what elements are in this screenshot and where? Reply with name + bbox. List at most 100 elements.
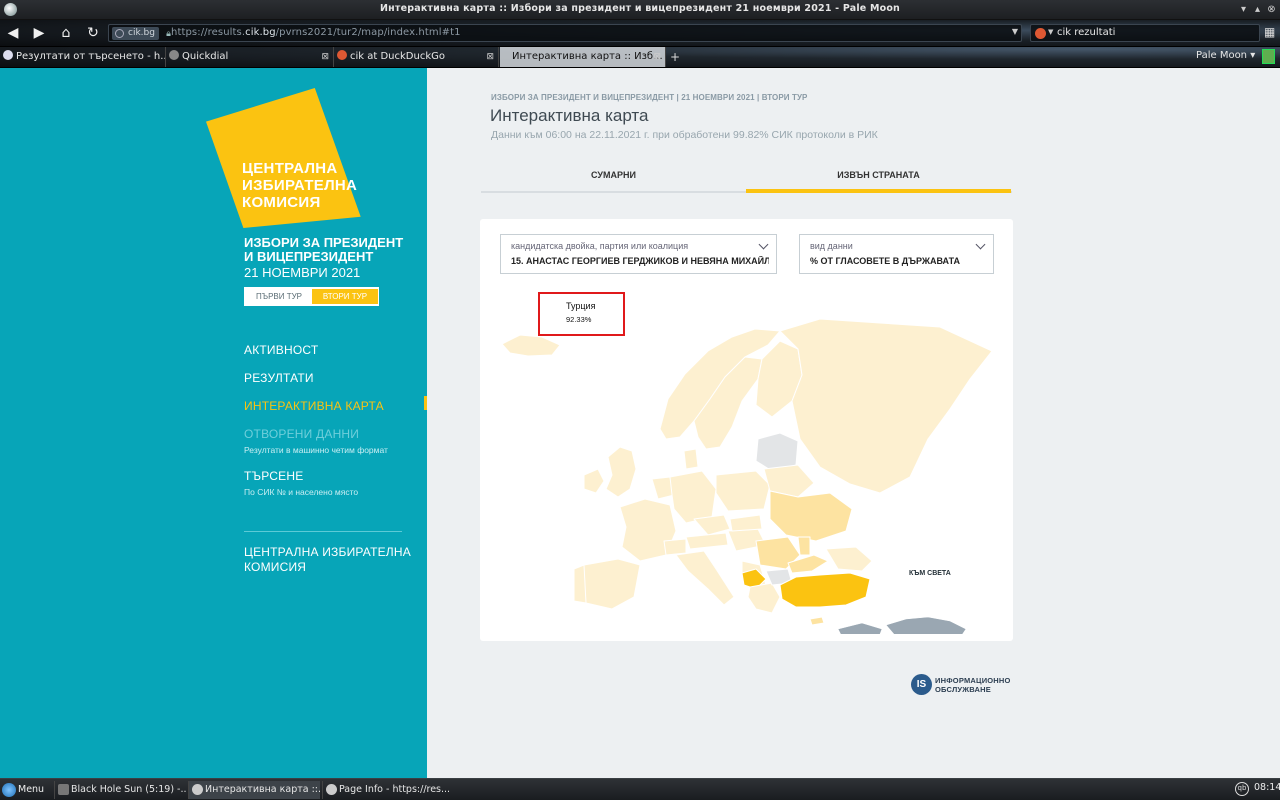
data-type-select[interactable]: вид данни % ОТ ГЛАСОВЕТЕ В ДЪРЖАВАТА	[799, 234, 994, 274]
tab-interactive-map[interactable]: Интерактивна карта :: Изб... ⊠	[500, 47, 666, 67]
tab-strip: Резултати от търсенето - h... Quickdial …	[0, 47, 1280, 67]
map-region-ireland[interactable]	[583, 468, 605, 494]
map-region-germany[interactable]	[669, 470, 717, 524]
sidebar: ЦЕНТРАЛНА ИЗБИРАТЕЛНА КОМИСИЯ ИЗБОРИ ЗА …	[0, 68, 427, 778]
map-region-portugal[interactable]	[573, 564, 587, 604]
page-subtitle: Данни към 06:00 на 22.11.2021 г. при обр…	[491, 129, 878, 141]
grid-icon[interactable]: ▦	[1264, 26, 1276, 38]
menu-item-open-data-sub: Резултати в машинно четим формат	[244, 445, 388, 455]
search-bar[interactable]: ▼ cik rezultati	[1030, 24, 1260, 42]
map-region-turkey[interactable]	[779, 572, 871, 608]
home-icon[interactable]: ⌂	[57, 24, 75, 42]
page-title: Интерактивна карта	[490, 106, 649, 125]
map-card: кандидатска двойка, партия или коалиция …	[480, 219, 1013, 641]
url-text[interactable]: https://results.cik.bg/pvrns2021/tur2/ma…	[171, 27, 461, 38]
map-region-ukraine[interactable]	[769, 490, 853, 542]
tooltip-country: Турция	[566, 301, 596, 311]
map-region-uk[interactable]	[605, 446, 637, 498]
is-logo[interactable]: IS ИНФОРМАЦИОННО ОБСЛУЖВАНЕ	[911, 672, 1021, 696]
menu-item-activity[interactable]: АКТИВНОСТ	[244, 343, 318, 357]
tab-favicon-icon	[3, 50, 13, 60]
map-region-austria[interactable]	[685, 532, 729, 550]
map-region-iceland[interactable]	[501, 334, 561, 357]
map-region-slovakia[interactable]	[729, 514, 763, 532]
breadcrumb: ИЗБОРИ ЗА ПРЕЗИДЕНТ И ВИЦЕПРЕЗИДЕНТ | 21…	[491, 93, 808, 102]
maximize-icon[interactable]: ▴	[1252, 4, 1263, 15]
menu-item-results[interactable]: РЕЗУЛТАТИ	[244, 371, 314, 385]
map-region-czechia[interactable]	[693, 514, 731, 536]
terminal-icon	[58, 784, 69, 795]
duckduckgo-icon	[337, 50, 347, 60]
search-query[interactable]: cik rezultati	[1057, 27, 1115, 38]
main-content: ИЗБОРИ ЗА ПРЕЗИДЕНТ И ВИЦЕПРЕЗИДЕНТ | 21…	[427, 68, 1280, 778]
palemoon-menu-button[interactable]: Pale Moon ▾	[1196, 50, 1255, 61]
map-region-caucasus[interactable]	[825, 546, 873, 572]
menu-item-search[interactable]: ТЪРСЕНЕ	[244, 469, 303, 483]
start-menu-button[interactable]: Menu	[2, 781, 44, 799]
taskbar-item-page-info[interactable]: Page Info - https://res...	[322, 781, 454, 799]
close-tab-icon[interactable]: ⊠	[653, 47, 661, 67]
map-region-switzerland[interactable]	[663, 538, 687, 556]
is-logo-badge: IS	[911, 674, 932, 695]
map-region-cyprus[interactable]	[809, 616, 825, 626]
map-region-russia[interactable]	[779, 318, 993, 494]
tray-app-icon[interactable]: qb	[1235, 782, 1249, 796]
clock: 08:14	[1254, 782, 1280, 793]
map-region-greece[interactable]	[747, 582, 781, 614]
palemoon-icon	[192, 784, 203, 795]
candidate-select[interactable]: кандидатска двойка, партия или коалиция …	[500, 234, 777, 274]
round-2-button[interactable]: ВТОРИ ТУР	[312, 289, 378, 304]
taskbar: Menu Black Hole Sun (5:19) -... Интеракт…	[0, 778, 1280, 800]
minimize-icon[interactable]: ▾	[1238, 4, 1249, 15]
url-dropdown-icon[interactable]: ▼	[1012, 27, 1018, 36]
map-region-italy[interactable]	[675, 550, 735, 606]
map-region-denmark[interactable]	[683, 448, 699, 470]
tab-summary[interactable]: СУМАРНИ	[481, 163, 746, 193]
palemoon-icon	[326, 784, 337, 795]
map-region-moldova[interactable]	[797, 536, 811, 556]
taskbar-item-browser[interactable]: Интерактивна карта ::...	[188, 781, 320, 799]
close-window-icon[interactable]: ⊗	[1266, 4, 1277, 15]
round-1-button[interactable]: ПЪРВИ ТУР	[246, 289, 312, 304]
navigation-toolbar: ◀ ▶ ⌂ ↻ cik.bg 🔒︎ https://results.cik.bg…	[0, 20, 1280, 46]
world-minimap[interactable]	[837, 616, 968, 634]
menu-item-interactive-map[interactable]: ИНТЕРАКТИВНА КАРТА	[244, 399, 384, 413]
site-identity[interactable]: cik.bg 🔒︎	[112, 27, 171, 40]
menu-item-search-sub: По СИК № и населено място	[244, 487, 359, 497]
web-page: ЦЕНТРАЛНА ИЗБИРАТЕЛНА КОМИСИЯ ИЗБОРИ ЗА …	[0, 68, 1280, 778]
taskbar-item-music[interactable]: Black Hole Sun (5:19) -...	[54, 781, 186, 799]
tab-duckduckgo[interactable]: cik at DuckDuckGo ⊠	[334, 47, 499, 67]
to-world-button[interactable]: КЪМ СВЕТА	[909, 570, 951, 577]
window-titlebar: Интерактивна карта :: Избори за президен…	[0, 0, 1280, 20]
map-region-poland[interactable]	[715, 470, 771, 512]
tab-quickdial[interactable]: Quickdial ⊠	[166, 47, 334, 67]
menu-item-open-data[interactable]: ОТВОРЕНИ ДАННИ	[244, 427, 359, 441]
map-tabs: СУМАРНИ ИЗВЪН СТРАНАТА	[481, 163, 1012, 193]
menu-icon	[2, 783, 16, 797]
round-switch: ПЪРВИ ТУР ВТОРИ ТУР	[244, 287, 379, 306]
window-title: Интерактивна карта :: Избори за президен…	[379, 3, 901, 14]
cik-logo[interactable]: ЦЕНТРАЛНА ИЗБИРАТЕЛНА КОМИСИЯ	[206, 88, 376, 228]
sidebar-divider	[244, 531, 402, 532]
election-title: ИЗБОРИ ЗА ПРЕЗИДЕНТ И ВИЦЕПРЕЗИДЕНТ	[244, 235, 404, 264]
url-bar[interactable]: cik.bg 🔒︎ https://results.cik.bg/pvrns20…	[108, 24, 1022, 42]
extension-icon[interactable]	[1262, 49, 1275, 64]
tooltip-value: 92.33%	[566, 315, 592, 324]
new-tab-icon[interactable]: +	[668, 50, 682, 64]
close-tab-icon[interactable]: ⊠	[321, 47, 329, 67]
back-arrow-icon[interactable]: ◀	[4, 24, 22, 42]
election-date: 21 НОЕМВРИ 2021	[244, 265, 361, 280]
menu-item-cik[interactable]: ЦЕНТРАЛНА ИЗБИРАТЕЛНА КОМИСИЯ	[244, 545, 414, 575]
logo-text: ЦЕНТРАЛНА ИЗБИРАТЕЛНА КОМИСИЯ	[242, 160, 358, 211]
close-tab-icon[interactable]: ⊠	[486, 47, 494, 67]
map-region-spain[interactable]	[579, 558, 641, 610]
duckduckgo-icon[interactable]	[1035, 28, 1046, 39]
forward-arrow-icon[interactable]: ▶	[30, 24, 48, 42]
tab-abroad[interactable]: ИЗВЪН СТРАНАТА	[746, 163, 1011, 193]
reload-icon[interactable]: ↻	[84, 24, 102, 42]
chevron-down-icon	[758, 239, 769, 250]
chevron-down-icon[interactable]: ▼	[1048, 28, 1053, 36]
globe-icon	[115, 29, 124, 38]
tab-favicon-icon	[169, 50, 179, 60]
tab-search-results[interactable]: Резултати от търсенето - h...	[0, 47, 166, 67]
